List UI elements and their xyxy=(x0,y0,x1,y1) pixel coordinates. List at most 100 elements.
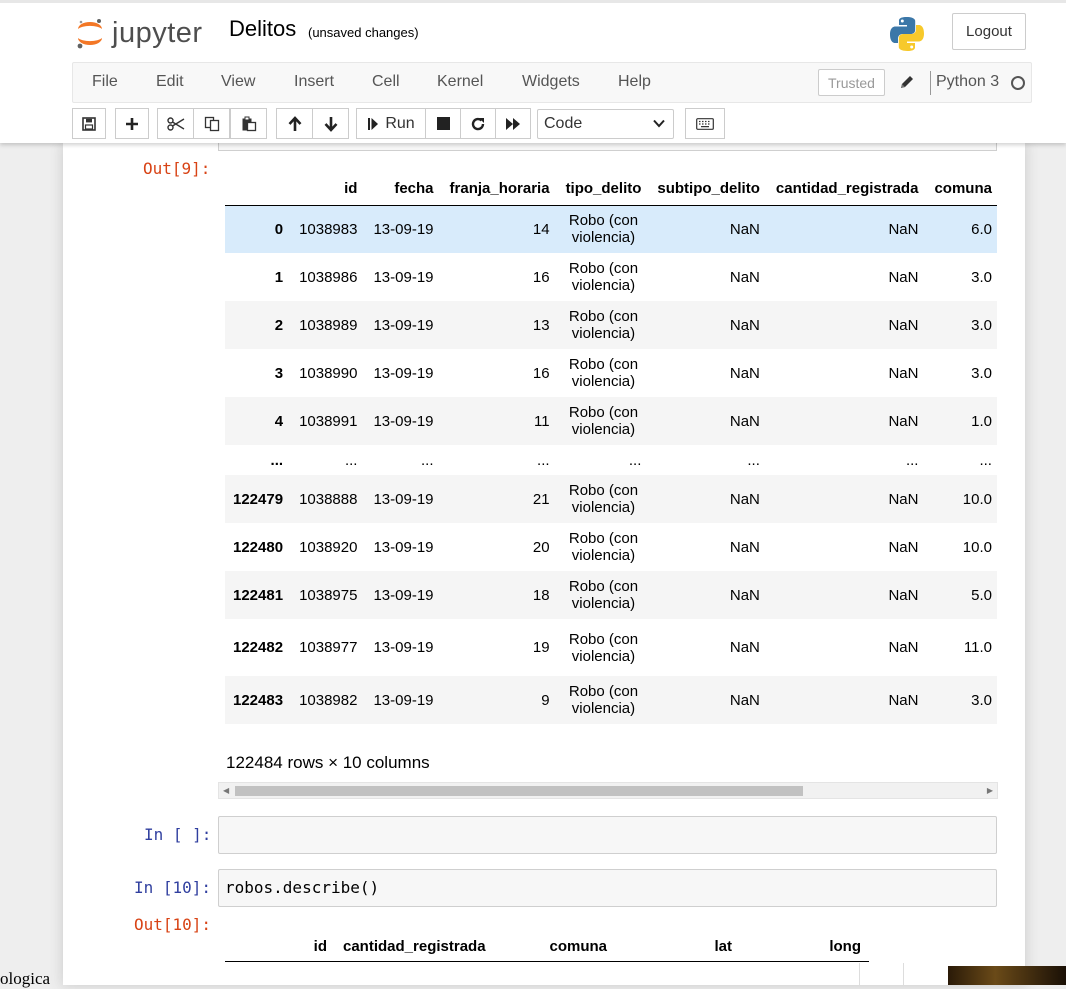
cell-tipo-delito: Robo (con violencia) xyxy=(568,630,639,665)
cell-franja-horaria: 20 xyxy=(532,538,550,556)
cell-comuna: 3.0 xyxy=(971,316,992,334)
table-row[interactable]: 122480 1038920 13-09-19 20 Robo (con violenc… xyxy=(225,523,997,571)
table-row[interactable]: 122482 1038977 13-09-19 19 Robo (con violenc… xyxy=(225,619,997,676)
cell-comuna: 5.0 xyxy=(971,586,992,604)
move-up-button[interactable] xyxy=(276,108,313,139)
table-row[interactable]: 4 1038991 13-09-19 11 Robo (con violencia) Na… xyxy=(225,397,997,445)
cut-button[interactable] xyxy=(157,108,194,139)
paste-button[interactable] xyxy=(230,108,267,139)
keyboard-icon xyxy=(696,117,714,130)
menu-insert[interactable]: Insert xyxy=(294,73,334,91)
table-row[interactable]: 3 1038990 13-09-19 16 Robo (con violencia) Na… xyxy=(225,349,997,397)
empty-code-cell-input[interactable] xyxy=(218,816,997,854)
background-page-text: ologica xyxy=(0,969,51,988)
column-header: tipo_delito xyxy=(557,173,650,206)
cell-id: 1038977 xyxy=(299,639,358,656)
cell-cantidad-registrada: NaN xyxy=(888,316,919,334)
cell-franja-horaria: 19 xyxy=(532,639,550,656)
cell-tipo-delito: Robo (con violencia) xyxy=(568,260,639,294)
restart-run-all-button[interactable] xyxy=(495,108,531,139)
notebook-container: Out[9]: id fecha franja_horaria tipo_del… xyxy=(63,143,1025,985)
table-row[interactable]: 1 1038986 13-09-19 16 Robo (con violencia) Na… xyxy=(225,253,997,301)
table-row[interactable]: 122483 1038982 13-09-19 9 Robo (con violenci… xyxy=(225,676,997,724)
previous-cell-input[interactable] xyxy=(218,143,997,151)
row-index: 122482 xyxy=(233,639,284,656)
notebook-title[interactable]: Delitos xyxy=(229,16,296,42)
describe-header-row: id cantidad_registrada comuna lat long xyxy=(225,933,869,962)
trusted-indicator[interactable]: Trusted xyxy=(818,69,885,96)
cell-fecha: 13-09-19 xyxy=(373,639,434,656)
table-row[interactable]: ........................ xyxy=(225,445,997,475)
cell-fecha: ... xyxy=(421,451,434,469)
arrow-up-icon xyxy=(288,115,301,131)
cell-fecha: 13-09-19 xyxy=(373,490,434,508)
copy-button[interactable] xyxy=(193,108,230,139)
interrupt-button[interactable] xyxy=(425,108,461,139)
menu-cell[interactable]: Cell xyxy=(372,73,400,91)
menu-file[interactable]: File xyxy=(92,73,118,91)
chevron-down-icon xyxy=(653,119,665,128)
cell-subtipo-delito: NaN xyxy=(729,364,760,382)
table-row[interactable]: 0 1038983 13-09-19 14 Robo (con violencia) Na… xyxy=(225,205,997,253)
fast-forward-icon xyxy=(506,117,520,130)
scroll-right-icon[interactable]: ▶ xyxy=(987,786,993,795)
menu-widgets[interactable]: Widgets xyxy=(522,73,580,91)
menu-edit[interactable]: Edit xyxy=(156,73,184,91)
cell-cantidad-registrada: NaN xyxy=(888,268,919,286)
cell-franja-horaria: 11 xyxy=(533,412,550,430)
jupyter-logo[interactable]: jupyter xyxy=(76,15,203,51)
cell-comuna: ... xyxy=(979,451,992,469)
column-header: id xyxy=(291,933,335,962)
cell-subtipo-delito: NaN xyxy=(729,490,760,508)
cell-subtipo-delito: NaN xyxy=(729,220,760,238)
cell-id: 1038920 xyxy=(299,538,358,556)
horizontal-scrollbar[interactable]: ◀ ▶ xyxy=(218,782,998,799)
menu-kernel[interactable]: Kernel xyxy=(437,73,483,91)
kernel-name[interactable]: Python 3 xyxy=(936,73,999,91)
cell-subtipo-delito: NaN xyxy=(729,586,760,604)
menu-view[interactable]: View xyxy=(221,73,255,91)
cell-subtipo-delito: NaN xyxy=(729,412,760,430)
insert-cell-button[interactable] xyxy=(115,108,149,139)
run-label: Run xyxy=(385,114,415,132)
table-row[interactable]: 2 1038989 13-09-19 13 Robo (con violencia) Na… xyxy=(225,301,997,349)
scroll-left-icon[interactable]: ◀ xyxy=(223,786,229,795)
scrollbar-thumb[interactable] xyxy=(235,786,803,796)
cell-fecha: 13-09-19 xyxy=(373,412,434,430)
column-header: id xyxy=(291,173,366,206)
scissors-icon xyxy=(166,116,184,131)
column-header: comuna xyxy=(497,933,615,962)
menu-help[interactable]: Help xyxy=(618,73,651,91)
cell-id: 1038991 xyxy=(299,412,358,430)
run-button[interactable]: Run xyxy=(356,108,426,139)
row-index: 0 xyxy=(274,220,284,238)
restart-button[interactable] xyxy=(460,108,496,139)
row-index: ... xyxy=(270,451,284,469)
toolbar: Run Code xyxy=(72,108,1032,139)
cell-comuna: 10.0 xyxy=(962,538,992,556)
row-index: 2 xyxy=(274,316,284,334)
table-row[interactable]: 122481 1038975 13-09-19 18 Robo (con violenc… xyxy=(225,571,997,619)
column-header: cantidad_registrada xyxy=(767,173,927,206)
move-down-button[interactable] xyxy=(312,108,349,139)
cell-franja-horaria: ... xyxy=(537,451,550,469)
table-row[interactable]: 122479 1038888 13-09-19 21 Robo (con violenc… xyxy=(225,475,997,523)
cell-type-select[interactable]: Code xyxy=(537,109,674,139)
cell-comuna: 11.0 xyxy=(963,639,992,656)
cell-id: 1038990 xyxy=(299,364,358,382)
out10-prompt: Out[10]: xyxy=(134,915,212,934)
command-palette-button[interactable] xyxy=(685,108,725,139)
cell-fecha: 13-09-19 xyxy=(373,364,434,382)
column-header: long xyxy=(740,933,869,962)
cell-fecha: 13-09-19 xyxy=(373,538,434,556)
kernel-separator xyxy=(930,71,931,95)
column-header xyxy=(225,173,292,206)
cell-subtipo-delito: NaN xyxy=(729,538,760,556)
code-cell-input[interactable]: robos.describe() xyxy=(218,869,997,907)
logout-button[interactable]: Logout xyxy=(952,13,1026,50)
save-button[interactable] xyxy=(72,108,106,139)
cell-franja-horaria: 21 xyxy=(532,490,550,508)
cell-subtipo-delito: NaN xyxy=(729,639,760,656)
cell-comuna: 3.0 xyxy=(971,268,992,286)
cell-cantidad-registrada: NaN xyxy=(888,364,919,382)
